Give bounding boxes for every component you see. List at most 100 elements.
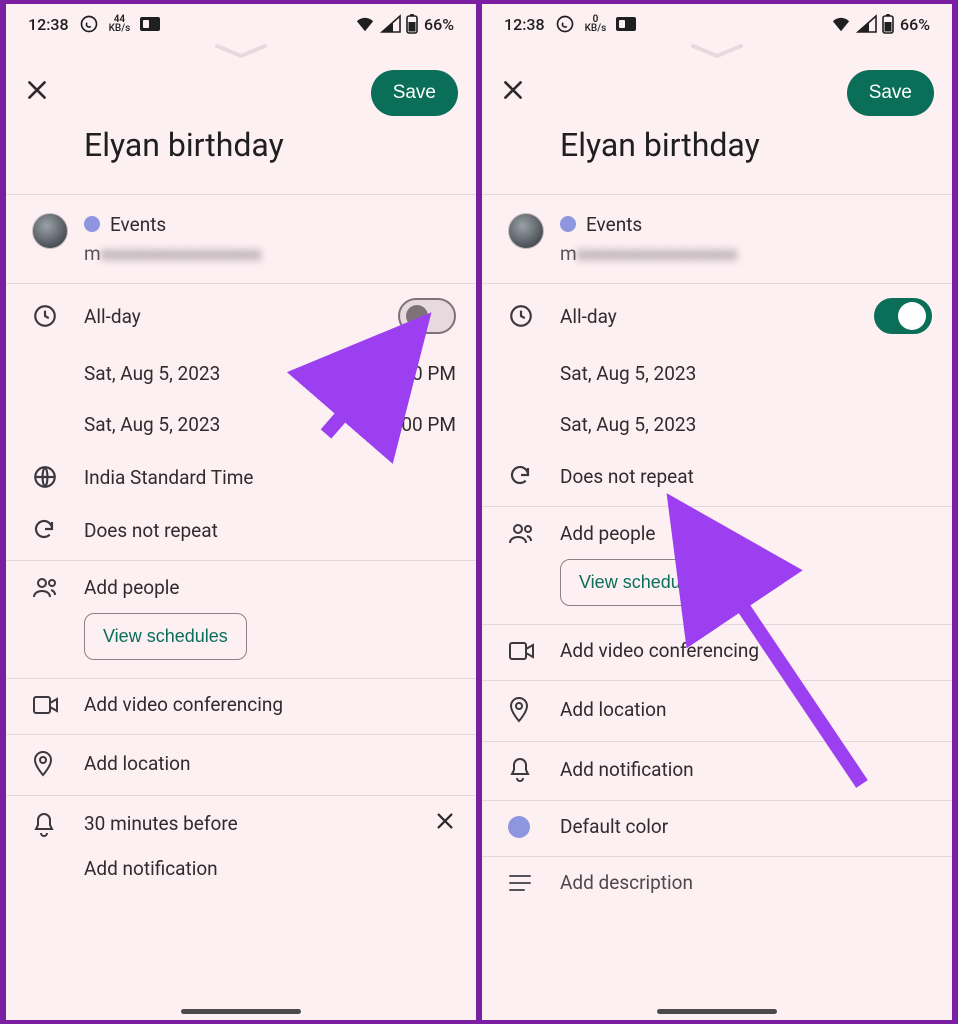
add-notification-row[interactable]: Add notification: [482, 742, 952, 796]
battery-icon: [406, 14, 418, 34]
view-schedules-button[interactable]: View schedules: [560, 559, 723, 606]
video-conf-label: Add video conferencing: [84, 693, 283, 716]
account-avatar: [32, 213, 68, 249]
start-date-row[interactable]: Sat, Aug 5, 2023: [482, 348, 952, 399]
battery-percent: 66%: [900, 15, 930, 34]
calendar-picker[interactable]: Events mxxxxxxxxxxxxxxxxxx: [6, 195, 476, 279]
repeat-icon: [508, 464, 532, 488]
timezone-label: India Standard Time: [84, 466, 253, 489]
card-icon: [616, 17, 636, 31]
battery-percent: 66%: [424, 15, 454, 34]
android-nav-handle: [181, 1009, 301, 1014]
add-notification-label: Add notification: [560, 758, 694, 781]
end-date-row[interactable]: Sat, Aug 5, 2023 2:00 PM: [6, 399, 476, 450]
video-conferencing-row[interactable]: Add video conferencing: [6, 679, 476, 730]
location-row[interactable]: Add location: [482, 681, 952, 737]
description-icon: [508, 874, 532, 892]
android-nav-handle: [657, 1009, 777, 1014]
calendar-name: Events: [84, 213, 261, 236]
start-time[interactable]: 1:00 PM: [386, 362, 456, 385]
location-icon: [508, 695, 530, 723]
add-notification-row[interactable]: Add notification: [6, 851, 476, 894]
card-icon: [140, 17, 160, 31]
repeat-row[interactable]: Does not repeat: [482, 450, 952, 502]
account-email-masked: xxxxxxxxxxxxxxxxxx: [577, 244, 738, 265]
people-icon: [508, 521, 536, 545]
globe-icon: [32, 464, 58, 490]
color-dot-icon: [508, 816, 530, 838]
location-row[interactable]: Add location: [6, 735, 476, 791]
video-icon: [32, 695, 60, 715]
view-schedules-button[interactable]: View schedules: [84, 613, 247, 660]
screenshot-left: 12:38 44 KB/s 66%: [6, 0, 476, 1024]
status-time: 12:38: [28, 15, 69, 34]
wifi-icon: [830, 15, 852, 33]
repeat-label: Does not repeat: [84, 519, 218, 542]
close-icon[interactable]: [500, 77, 540, 110]
all-day-label: All-day: [84, 305, 141, 328]
battery-icon: [882, 14, 894, 34]
default-color-label: Default color: [560, 815, 668, 838]
event-title-input[interactable]: Elyan birthday: [482, 120, 952, 190]
bell-icon: [32, 811, 56, 837]
clock-icon: [508, 303, 534, 329]
clock-icon: [32, 303, 58, 329]
default-color-row[interactable]: Default color: [482, 801, 952, 852]
location-icon: [32, 749, 54, 777]
people-icon: [32, 575, 60, 599]
video-icon: [508, 641, 536, 661]
network-speed: 44 KB/s: [109, 15, 131, 33]
all-day-row: All-day: [482, 284, 952, 348]
pull-down-indicator: [6, 40, 476, 62]
all-day-row: All-day: [6, 284, 476, 348]
screenshot-right: 12:38 0 KB/s 66% Save Elyan birthday: [482, 0, 952, 1024]
save-button[interactable]: Save: [847, 70, 934, 116]
add-description-row[interactable]: Add description: [482, 857, 952, 908]
save-button[interactable]: Save: [371, 70, 458, 116]
remove-notification-icon[interactable]: [434, 810, 456, 837]
start-date-row[interactable]: Sat, Aug 5, 2023 1:00 PM: [6, 348, 476, 399]
end-date: Sat, Aug 5, 2023: [84, 413, 220, 436]
end-date-row[interactable]: Sat, Aug 5, 2023: [482, 399, 952, 450]
close-icon[interactable]: [24, 77, 64, 110]
end-date: Sat, Aug 5, 2023: [560, 413, 696, 436]
add-people-row[interactable]: Add people: [6, 561, 476, 613]
whatsapp-icon: [555, 14, 575, 34]
video-conferencing-row[interactable]: Add video conferencing: [482, 625, 952, 676]
end-time[interactable]: 2:00 PM: [386, 413, 456, 436]
add-people-label: Add people: [84, 576, 179, 599]
notification-preset-label: 30 minutes before: [84, 812, 238, 835]
repeat-row[interactable]: Does not repeat: [6, 504, 476, 556]
all-day-label: All-day: [560, 305, 617, 328]
notification-preset-row[interactable]: 30 minutes before: [6, 796, 476, 851]
video-conf-label: Add video conferencing: [560, 639, 759, 662]
account-avatar: [508, 213, 544, 249]
network-speed: 0 KB/s: [585, 15, 607, 33]
location-label: Add location: [560, 698, 666, 721]
add-notification-label: Add notification: [84, 857, 218, 880]
calendar-picker[interactable]: Events mxxxxxxxxxxxxxxxxxx: [482, 195, 952, 279]
status-time: 12:38: [504, 15, 545, 34]
wifi-icon: [354, 15, 376, 33]
all-day-toggle[interactable]: [874, 298, 932, 334]
signal-icon: [858, 16, 876, 32]
add-people-row[interactable]: Add people: [482, 507, 952, 559]
add-people-label: Add people: [560, 522, 655, 545]
pull-down-indicator: [482, 40, 952, 62]
bell-icon: [508, 756, 532, 782]
status-bar: 12:38 44 KB/s 66%: [6, 4, 476, 40]
add-description-label: Add description: [560, 871, 693, 894]
account-email-masked: xxxxxxxxxxxxxxxxxx: [101, 244, 262, 265]
event-title-input[interactable]: Elyan birthday: [6, 120, 476, 190]
signal-icon: [382, 16, 400, 32]
repeat-icon: [32, 518, 56, 542]
start-date: Sat, Aug 5, 2023: [560, 362, 696, 385]
whatsapp-icon: [79, 14, 99, 34]
location-label: Add location: [84, 752, 190, 775]
status-bar: 12:38 0 KB/s 66%: [482, 4, 952, 40]
timezone-row[interactable]: India Standard Time: [6, 450, 476, 504]
all-day-toggle[interactable]: [398, 298, 456, 334]
calendar-name: Events: [560, 213, 737, 236]
repeat-label: Does not repeat: [560, 465, 694, 488]
start-date: Sat, Aug 5, 2023: [84, 362, 220, 385]
